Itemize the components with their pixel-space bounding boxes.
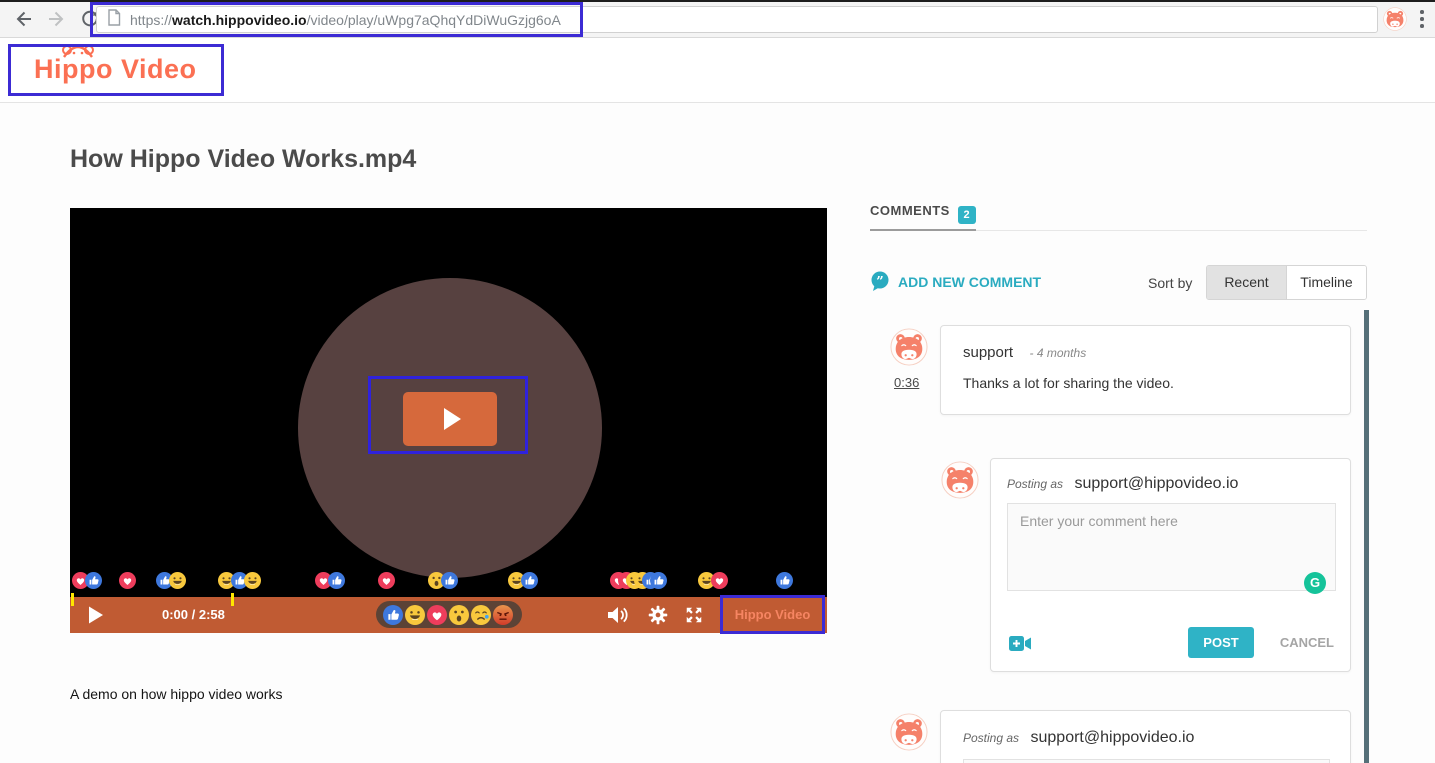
- cancel-button[interactable]: CANCEL: [1280, 635, 1334, 650]
- video-title: How Hippo Video Works.mp4: [70, 145, 416, 174]
- active-tab-underline: [870, 229, 976, 231]
- heart-reaction-icon: [119, 572, 136, 589]
- grammarly-icon[interactable]: G: [1304, 572, 1326, 594]
- post-button[interactable]: POST: [1188, 627, 1254, 658]
- comments-tab-row: COMMENTS 2: [870, 203, 1367, 231]
- comments-tab-label: COMMENTS: [870, 203, 950, 218]
- big-play-button[interactable]: [403, 392, 497, 446]
- play-triangle-icon: [444, 408, 461, 430]
- timeline-reaction-cluster: [698, 572, 728, 589]
- timeline-comment-marker[interactable]: [231, 593, 234, 606]
- profile-avatar-icon[interactable]: [1383, 7, 1407, 31]
- like-reaction-icon[interactable]: [383, 605, 403, 625]
- site-header: Hippo Video: [0, 38, 1435, 103]
- timeline-comment-marker[interactable]: [71, 593, 74, 606]
- comment-age: - 4 months: [1030, 346, 1087, 360]
- timeline-reactions-row: [70, 572, 827, 590]
- comment-form-card: Posting as support@hippovideo.io G POST …: [990, 458, 1351, 672]
- comment-input[interactable]: [1007, 503, 1336, 591]
- comment-form-footer: POST CANCEL: [1007, 627, 1334, 659]
- timeline-reaction-cluster: [508, 572, 538, 589]
- like-reaction-icon: [650, 572, 667, 589]
- timeline-reaction-cluster: [119, 572, 136, 589]
- surprised-reaction-icon[interactable]: [449, 605, 469, 625]
- second-comment-form-card: Posting as support@hippovideo.io: [940, 710, 1351, 763]
- like-reaction-icon: [521, 572, 538, 589]
- logo-text: Hippo Video: [34, 54, 197, 84]
- hippo-face-icon: [60, 41, 96, 59]
- page-icon: [107, 9, 121, 31]
- sad-reaction-icon[interactable]: [471, 605, 491, 625]
- comment-bubble-icon: ”: [870, 271, 890, 292]
- comment-video-timestamp-link[interactable]: 0:36: [894, 375, 919, 390]
- url-bar[interactable]: https://watch.hippovideo.io/video/play/u…: [96, 6, 1378, 33]
- comment-card: support - 4 months Thanks a lot for shar…: [940, 325, 1351, 415]
- like-reaction-icon: [776, 572, 793, 589]
- timeline-reaction-cluster: [610, 572, 667, 589]
- svg-text:”: ”: [876, 275, 883, 290]
- window-top-edge: [0, 0, 1435, 2]
- comment-input[interactable]: [963, 759, 1330, 763]
- hippo-video-logo[interactable]: Hippo Video: [34, 54, 197, 85]
- video-screen[interactable]: [70, 208, 827, 597]
- time-display: 0:00 / 2:58: [162, 597, 225, 633]
- like-reaction-icon: [328, 572, 345, 589]
- sort-button-group: Recent Timeline: [1206, 265, 1367, 300]
- laugh-reaction-icon: [169, 572, 186, 589]
- comments-scrollbar[interactable]: [1364, 310, 1369, 763]
- posting-as-label: Posting as: [963, 731, 1019, 745]
- video-description: A demo on how hippo video works: [70, 686, 282, 702]
- commenter-avatar: [890, 328, 928, 366]
- posting-as-label: Posting as: [1007, 477, 1063, 491]
- add-video-reply-icon[interactable]: [1009, 635, 1032, 657]
- heart-reaction-icon: [378, 572, 395, 589]
- reaction-picker-pill: [376, 601, 522, 628]
- comments-actions-row: ” ADD NEW COMMENT Sort by Recent Timelin…: [870, 265, 1367, 301]
- sort-timeline-button[interactable]: Timeline: [1286, 266, 1366, 299]
- angry-reaction-icon[interactable]: [493, 605, 513, 625]
- posting-as-email: support@hippovideo.io: [1075, 475, 1239, 492]
- comments-count-badge: 2: [958, 206, 976, 224]
- timeline-reaction-cluster: [428, 572, 458, 589]
- browser-menu-icon[interactable]: [1420, 10, 1424, 31]
- heart-reaction-icon[interactable]: [427, 605, 447, 625]
- timeline-reaction-cluster: [72, 572, 102, 589]
- fullscreen-icon[interactable]: [684, 605, 704, 630]
- sort-recent-button[interactable]: Recent: [1207, 266, 1286, 299]
- current-user-avatar: [941, 461, 979, 499]
- volume-icon[interactable]: [606, 604, 632, 631]
- current-user-avatar: [890, 713, 928, 751]
- back-icon[interactable]: [12, 8, 34, 30]
- heart-reaction-icon: [711, 572, 728, 589]
- like-reaction-icon: [441, 572, 458, 589]
- posting-as-email: support@hippovideo.io: [1031, 729, 1195, 746]
- player-control-bar: 0:00 / 2:58: [70, 597, 827, 633]
- like-reaction-icon: [85, 572, 102, 589]
- play-button-icon[interactable]: [86, 605, 106, 625]
- add-new-comment-label: ADD NEW COMMENT: [898, 274, 1041, 290]
- timeline-reaction-cluster: [156, 572, 186, 589]
- browser-toolbar: https://watch.hippovideo.io/video/play/u…: [0, 0, 1435, 38]
- video-player: 0:00 / 2:58: [70, 208, 827, 633]
- timeline-reaction-cluster: [776, 572, 793, 589]
- page-content: How Hippo Video Works.mp4: [0, 103, 1435, 763]
- add-new-comment-button[interactable]: ” ADD NEW COMMENT: [870, 271, 1041, 292]
- comment-author: support: [963, 344, 1013, 361]
- forward-icon[interactable]: [46, 8, 68, 30]
- comment-text: Thanks a lot for sharing the video.: [963, 375, 1328, 391]
- timeline-reaction-cluster: [315, 572, 345, 589]
- timeline-reaction-cluster: [378, 572, 395, 589]
- player-watermark: Hippo Video: [720, 597, 825, 633]
- sort-by-label: Sort by: [1148, 275, 1192, 291]
- timeline-reaction-cluster: [218, 572, 261, 589]
- url-text: https://watch.hippovideo.io/video/play/u…: [130, 12, 561, 28]
- settings-gear-icon[interactable]: [648, 605, 668, 630]
- laugh-reaction-icon[interactable]: [405, 605, 425, 625]
- laugh-reaction-icon: [244, 572, 261, 589]
- tab-comments[interactable]: COMMENTS 2: [870, 203, 976, 224]
